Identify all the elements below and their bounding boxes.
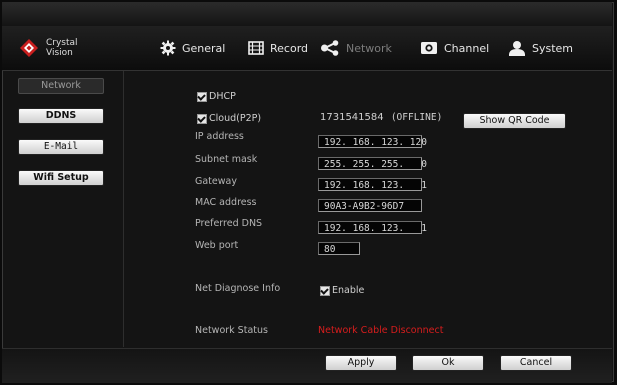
- network-settings-panel: DHCP Cloud(P2P) 1731541584 (OFFLINE) Sho…: [124, 71, 612, 347]
- share-icon: [321, 40, 339, 56]
- gateway-label: Gateway: [195, 176, 237, 187]
- brand-line2: Vision: [46, 48, 73, 58]
- nav-record[interactable]: Record: [248, 38, 308, 58]
- camera-icon: [421, 42, 437, 54]
- gear-icon: [160, 40, 176, 56]
- sidebar-item-ddns[interactable]: DDNS: [18, 108, 104, 124]
- cloud-p2p-label: Cloud(P2P): [209, 113, 262, 124]
- network-status-value: Network Cable Disconnect: [318, 325, 444, 336]
- nav-record-label: Record: [270, 41, 309, 55]
- cloud-status: (OFFLINE): [390, 112, 443, 123]
- preferred-dns-label: Preferred DNS: [195, 218, 263, 229]
- preferred-dns-input[interactable]: 192. 168. 123. 1: [318, 221, 427, 234]
- subnet-mask-label: Subnet mask: [195, 154, 258, 165]
- sidebar-item-email[interactable]: E-Mail: [18, 139, 104, 155]
- nav-network-label: Network: [346, 41, 392, 55]
- settings-sidebar: Network DDNS E-Mail Wifi Setup: [2, 71, 122, 347]
- dhcp-checkbox[interactable]: DHCP: [197, 91, 236, 102]
- header-nav: Crystal Vision General Record Network Ch…: [2, 26, 612, 71]
- ip-address-label: IP address: [195, 131, 244, 142]
- user-icon: [509, 41, 525, 56]
- nav-channel-label: Channel: [444, 41, 490, 55]
- ok-button[interactable]: Ok: [412, 355, 484, 371]
- net-diagnose-enable-checkbox[interactable]: Enable: [320, 285, 364, 296]
- cloud-p2p-checkbox[interactable]: Cloud(P2P): [197, 113, 261, 124]
- gateway-input[interactable]: 192. 168. 123. 1: [318, 178, 427, 191]
- network-status-label: Network Status: [195, 325, 268, 336]
- brand-name: Crystal Vision: [46, 38, 78, 58]
- brand-logo: Crystal Vision: [20, 36, 110, 64]
- checkmark-icon: [320, 285, 330, 296]
- footer-bar: Apply Ok Cancel: [2, 348, 612, 383]
- nav-general-label: General: [182, 41, 226, 55]
- web-port-input[interactable]: 80: [318, 242, 360, 255]
- film-icon: [248, 41, 264, 55]
- apply-button[interactable]: Apply: [325, 355, 397, 371]
- nav-system[interactable]: System: [508, 38, 573, 58]
- sidebar-item-wifi-setup[interactable]: Wifi Setup: [18, 170, 104, 186]
- mac-address-label: MAC address: [195, 197, 257, 208]
- brand-line1: Crystal: [46, 38, 78, 48]
- title-bar: [2, 2, 612, 26]
- mac-address-field: 90A3-A9B2-96D7: [318, 199, 422, 212]
- cancel-button[interactable]: Cancel: [500, 355, 572, 371]
- checkmark-icon: [197, 113, 207, 124]
- nav-general[interactable]: General: [160, 38, 225, 58]
- checkmark-icon: [197, 91, 207, 102]
- nav-channel[interactable]: Channel: [420, 38, 489, 58]
- ip-address-input[interactable]: 192. 168. 123. 120: [318, 135, 427, 148]
- logo-diamond-icon: [20, 39, 38, 57]
- enable-label: Enable: [332, 285, 365, 296]
- show-qr-code-button[interactable]: Show QR Code: [463, 113, 566, 129]
- net-diagnose-info-label: Net Diagnose Info: [195, 283, 281, 294]
- cloud-id-status: 1731541584 (OFFLINE): [320, 112, 442, 123]
- sidebar-item-network[interactable]: Network: [18, 78, 104, 94]
- cloud-id: 1731541584: [320, 112, 384, 123]
- nav-system-label: System: [532, 41, 574, 55]
- dhcp-label: DHCP: [209, 91, 236, 102]
- nav-network[interactable]: Network: [320, 38, 392, 58]
- web-port-label: Web port: [195, 240, 239, 251]
- subnet-mask-input[interactable]: 255. 255. 255. 0: [318, 157, 427, 170]
